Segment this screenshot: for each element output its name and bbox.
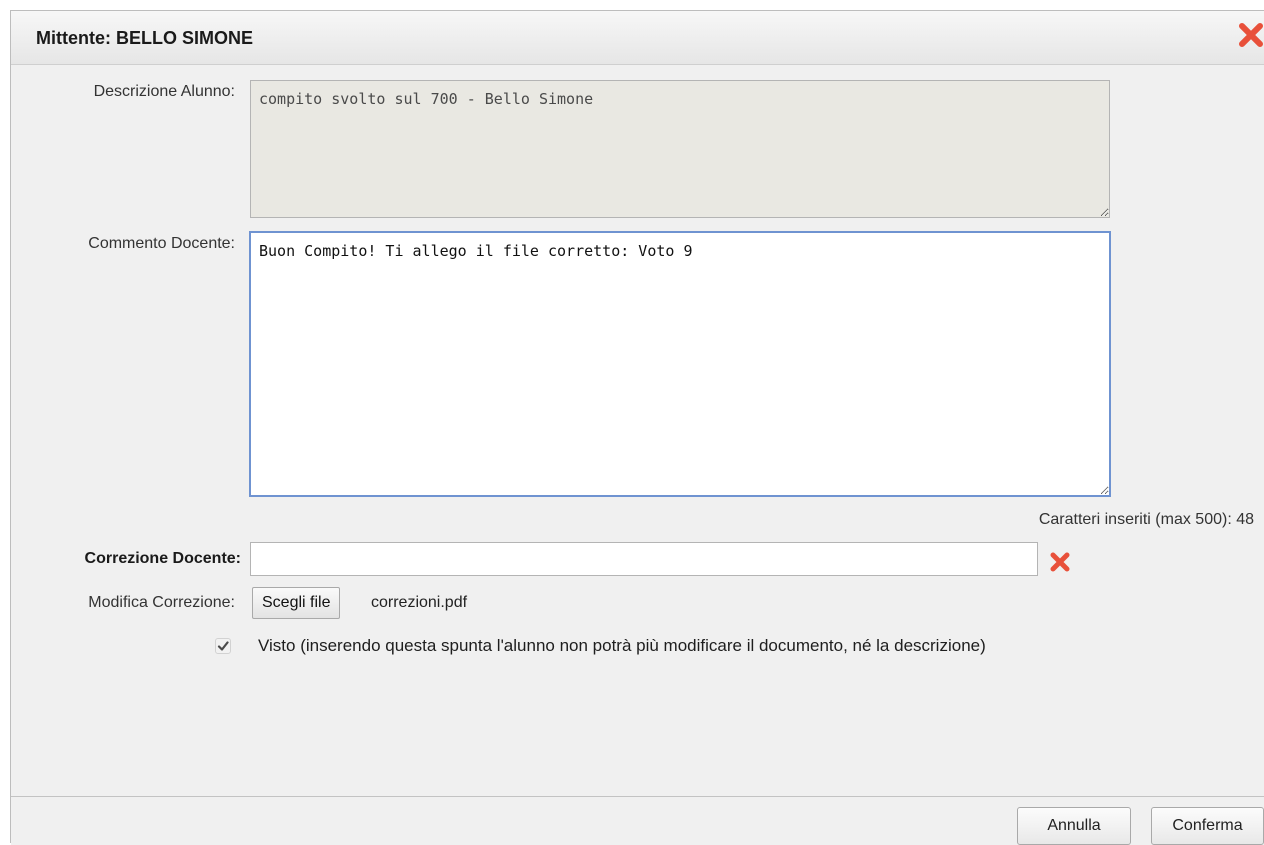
dialog-footer: Annulla Conferma bbox=[11, 796, 1264, 845]
descrizione-alunno-label: Descrizione Alunno: bbox=[93, 83, 235, 100]
delete-correction-icon[interactable] bbox=[1049, 551, 1071, 573]
commento-docente-label: Commento Docente: bbox=[88, 235, 235, 252]
visto-checkbox[interactable] bbox=[215, 638, 231, 654]
correzione-docente-label: Correzione Docente: bbox=[84, 550, 241, 567]
dialog-title: Mittente: BELLO SIMONE bbox=[36, 28, 253, 48]
correzione-docente-field[interactable] bbox=[250, 542, 1038, 576]
close-icon[interactable] bbox=[1237, 21, 1264, 49]
commento-docente-textarea[interactable] bbox=[249, 231, 1111, 497]
confirm-button[interactable]: Conferma bbox=[1151, 807, 1264, 845]
modifica-correzione-label: Modifica Correzione: bbox=[88, 594, 235, 611]
visto-label: Visto (inserendo questa spunta l'alunno … bbox=[258, 636, 986, 655]
selected-file-name: correzioni.pdf bbox=[371, 594, 468, 611]
checkmark-icon bbox=[217, 641, 229, 651]
dialog-titlebar: Mittente: BELLO SIMONE bbox=[11, 11, 1264, 65]
choose-file-button[interactable]: Scegli file bbox=[252, 587, 341, 619]
char-count: Caratteri inseriti (max 500): 48 bbox=[1038, 511, 1254, 528]
descrizione-alunno-textarea[interactable] bbox=[250, 80, 1110, 218]
dialog: Mittente: BELLO SIMONE Descrizione Alunn… bbox=[10, 10, 1264, 845]
cancel-button[interactable]: Annulla bbox=[1017, 807, 1131, 845]
